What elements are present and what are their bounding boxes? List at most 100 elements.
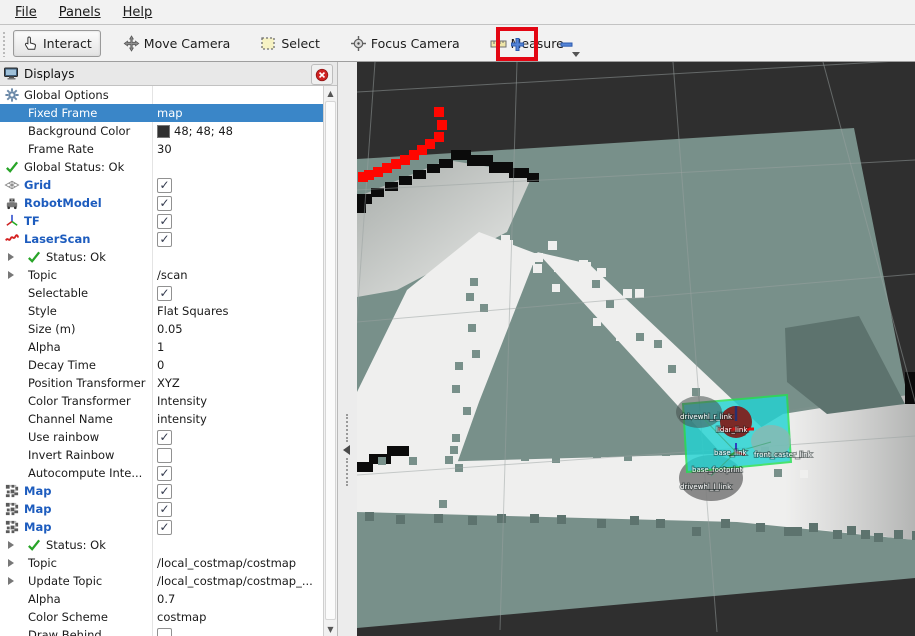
display-row-status-ok[interactable]: Status: Ok [0,536,324,554]
display-row-size-m[interactable]: Size (m)0.05 [0,320,324,338]
display-row-decay-time[interactable]: Decay Time0 [0,356,324,374]
property-value[interactable]: 1 [157,338,164,356]
property-label: Topic [28,266,57,284]
checkbox[interactable]: ✓ [157,232,172,247]
checkbox[interactable]: ✓ [157,430,172,445]
checkbox[interactable] [157,628,172,636]
display-row-selectable[interactable]: Selectable✓ [0,284,324,302]
property-value[interactable]: costmap [157,608,206,626]
property-value[interactable]: map [157,104,183,122]
display-row-map[interactable]: Map✓ [0,500,324,518]
display-row-topic[interactable]: Topic/scan [0,266,324,284]
display-row-color-scheme[interactable]: Color Schemecostmap [0,608,324,626]
panel-title: Displays [24,67,74,81]
checkbox[interactable]: ✓ [157,178,172,193]
map-cell [557,515,566,524]
focus-camera-icon [350,35,367,52]
display-row-style[interactable]: StyleFlat Squares [0,302,324,320]
display-row-robotmodel[interactable]: RobotModel✓ [0,194,324,212]
map-cell [623,289,632,298]
checkbox[interactable]: ✓ [157,484,172,499]
scroll-down-icon[interactable]: ▼ [324,622,337,636]
checkbox[interactable]: ✓ [157,520,172,535]
display-row-map[interactable]: Map✓ [0,482,324,500]
property-label: Alpha [28,590,61,608]
display-row-grid[interactable]: Grid✓ [0,176,324,194]
property-value[interactable]: /local_costmap/costmap [157,554,296,572]
tool-label: Select [281,36,320,51]
toolbar-grip[interactable] [2,31,7,57]
tool-select[interactable]: Select [252,31,328,56]
tool-interact[interactable]: Interact [13,30,101,57]
display-row-global-options[interactable]: Global Options [0,86,324,104]
tf-frame-label: base_link [714,449,748,457]
add-display-button[interactable] [496,27,538,61]
property-value[interactable]: intensity [157,410,207,428]
tf-frame-label: drivewhl_l_link [680,483,732,491]
display-row-invert-rainbow[interactable]: Invert Rainbow [0,446,324,464]
menu-item-panels[interactable]: Panels [50,2,110,23]
display-row-position-transformer[interactable]: Position TransformerXYZ [0,374,324,392]
display-row-laserscan[interactable]: LaserScan✓ [0,230,324,248]
display-row-status-ok[interactable]: Status: Ok [0,248,324,266]
display-row-alpha[interactable]: Alpha 0.7 [0,590,324,608]
expander-icon[interactable] [8,541,14,549]
display-row-tf[interactable]: TF✓ [0,212,324,230]
display-row-draw-behind[interactable]: Draw Behind [0,626,324,636]
map-cell [378,457,386,465]
panel-scrollbar[interactable]: ▲ ▼ [323,86,337,636]
checkbox[interactable]: ✓ [157,502,172,517]
property-value[interactable]: 48; 48; 48 [174,122,233,140]
display-row-update-topic[interactable]: Update Topic/local_costmap/costmap_... [0,572,324,590]
property-value[interactable]: /local_costmap/costmap_... [157,572,313,590]
expander-icon[interactable] [8,559,14,567]
display-row-color-transformer[interactable]: Color TransformerIntensity [0,392,324,410]
checkbox[interactable] [157,448,172,463]
color-swatch [157,125,170,138]
3d-viewport[interactable]: drivewhl_r_linklidar_linkbase_linkfront_… [357,62,915,636]
expander-icon[interactable] [8,253,14,261]
display-row-use-rainbow[interactable]: Use rainbow✓ [0,428,324,446]
remove-display-button[interactable] [551,31,581,57]
map-cell [800,470,808,478]
property-value[interactable]: 0.05 [157,320,183,338]
display-row-map[interactable]: Map✓ [0,518,324,536]
checkbox[interactable]: ✓ [157,286,172,301]
scroll-up-icon[interactable]: ▲ [324,86,337,100]
property-value[interactable]: 30 [157,140,172,158]
display-row-frame-rate[interactable]: Frame Rate30 [0,140,324,158]
display-row-global-status-ok[interactable]: Global Status: Ok [0,158,324,176]
property-label: Draw Behind [28,626,102,636]
expander-icon[interactable] [8,577,14,585]
property-value[interactable]: Flat Squares [157,302,229,320]
tool-focus-camera[interactable]: Focus Camera [342,31,468,56]
checkbox[interactable]: ✓ [157,466,172,481]
tool-move-camera[interactable]: Move Camera [115,31,239,56]
property-value[interactable]: Intensity [157,392,207,410]
checkbox[interactable]: ✓ [157,196,172,211]
tool-label: Move Camera [144,36,231,51]
menu-item-file[interactable]: File [6,2,46,23]
property-value[interactable]: XYZ [157,374,180,392]
property-value[interactable]: /scan [157,266,188,284]
axes-icon [4,213,20,229]
scrollbar-thumb[interactable] [325,101,336,620]
map-cell [409,457,417,465]
display-row-alpha[interactable]: Alpha1 [0,338,324,356]
display-row-autocompute-inte[interactable]: Autocompute Inte...✓ [0,464,324,482]
property-label: Status: Ok [46,248,106,266]
checkbox[interactable]: ✓ [157,214,172,229]
property-label: Status: Ok [46,536,106,554]
menu-item-help[interactable]: Help [114,2,162,23]
display-row-channel-name[interactable]: Channel Nameintensity [0,410,324,428]
collapse-panel-icon[interactable] [343,445,350,455]
property-value[interactable]: 0.7 [157,590,175,608]
display-row-topic[interactable]: Topic/local_costmap/costmap [0,554,324,572]
expander-icon[interactable] [8,271,14,279]
panel-splitter[interactable] [338,62,357,636]
close-button[interactable] [311,64,333,85]
display-row-background-color[interactable]: Background Color48; 48; 48 [0,122,324,140]
property-value[interactable]: 0 [157,356,164,374]
obstacle-cells [357,462,373,472]
display-row-fixed-frame[interactable]: Fixed Framemap [0,104,324,122]
